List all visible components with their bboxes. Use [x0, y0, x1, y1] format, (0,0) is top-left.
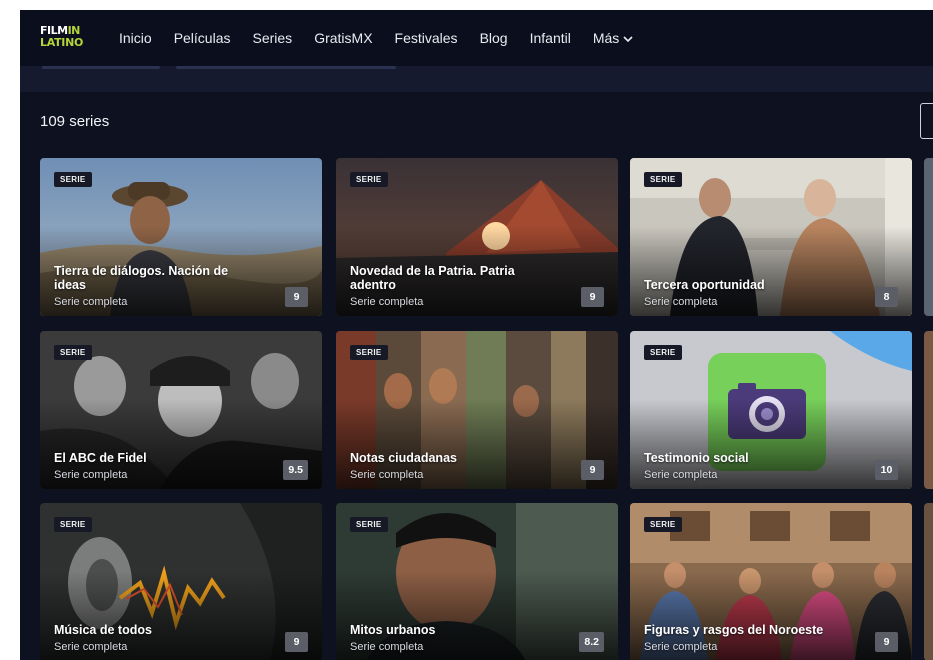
nav-item-blog[interactable]: Blog [480, 30, 508, 46]
nav-item-festivales[interactable]: Festivales [395, 30, 458, 46]
rating-badge: 8.2 [579, 632, 604, 652]
card-subtitle: Serie completa [54, 469, 128, 481]
app-screen: FILMIN LATINO Inicio Películas Series Gr… [20, 10, 933, 660]
series-card[interactable]: SERIE Testimonio social Serie completa 1… [630, 331, 912, 489]
card-title: Música de todos [54, 623, 152, 637]
nav-item-inicio[interactable]: Inicio [119, 30, 152, 46]
next-card-peek[interactable] [924, 503, 933, 660]
card-subtitle: Serie completa [350, 296, 424, 308]
nav-item-infantil[interactable]: Infantil [530, 30, 571, 46]
filter-bar [20, 66, 933, 92]
serie-badge: SERIE [644, 172, 682, 187]
card-title: Notas ciudadanas [350, 451, 457, 465]
nav-menu: Inicio Películas Series GratisMX Festiva… [119, 10, 655, 66]
top-navbar: FILMIN LATINO Inicio Películas Series Gr… [20, 10, 933, 66]
nav-item-gratismx[interactable]: GratisMX [314, 30, 372, 46]
nav-item-series[interactable]: Series [253, 30, 293, 46]
card-subtitle: Serie completa [644, 296, 718, 308]
series-card[interactable]: SERIE Mitos urbanos Serie completa 8.2 [336, 503, 618, 660]
series-card[interactable]: SERIE Figuras y rasgos del Noroeste Seri… [630, 503, 912, 660]
card-subtitle: Serie completa [350, 469, 424, 481]
series-card[interactable]: SERIE Tercera oportunidad Serie completa… [630, 158, 912, 316]
chevron-down-icon [623, 35, 633, 46]
card-title: Novedad de la Patria. Patria adentro [350, 264, 515, 292]
filminlatino-logo[interactable]: FILMIN LATINO [40, 25, 88, 53]
card-title: Tierra de diálogos. Nación de ideas [54, 264, 229, 292]
rating-badge: 9 [875, 632, 898, 652]
next-card-peek[interactable] [924, 331, 933, 489]
filter-dropdown-2[interactable] [176, 66, 396, 69]
series-card[interactable]: SERIE Música de todos Serie completa 9 [40, 503, 322, 660]
serie-badge: SERIE [54, 172, 92, 187]
card-subtitle: Serie completa [350, 641, 424, 653]
sort-dropdown[interactable] [920, 103, 933, 139]
rating-badge: 9 [581, 460, 604, 480]
rating-badge: 9 [581, 287, 604, 307]
card-title: Testimonio social [644, 451, 749, 465]
results-count: 109 series [40, 113, 110, 130]
next-card-peek[interactable] [924, 158, 933, 316]
serie-badge: SERIE [644, 517, 682, 532]
rating-badge: 9 [285, 287, 308, 307]
series-card[interactable]: SERIE Novedad de la Patria. Patria adent… [336, 158, 618, 316]
serie-badge: SERIE [350, 172, 388, 187]
filter-dropdown-1[interactable] [42, 66, 160, 69]
rating-badge: 8 [875, 287, 898, 307]
nav-item-peliculas[interactable]: Películas [174, 30, 231, 46]
series-card[interactable]: SERIE El ABC de Fidel Serie completa 9.5 [40, 331, 322, 489]
nav-item-mas-label: Más [592, 30, 620, 46]
card-title: Mitos urbanos [350, 623, 436, 637]
card-title: Figuras y rasgos del Noroeste [644, 623, 824, 637]
card-subtitle: Serie completa [644, 641, 718, 653]
nav-item-mas[interactable]: Más [593, 30, 633, 46]
series-card[interactable]: SERIE Notas ciudadanas Serie completa 9 [336, 331, 618, 489]
logo-text-latino: LATINO [40, 36, 84, 49]
card-title: El ABC de Fidel [54, 451, 147, 465]
card-subtitle: Serie completa [54, 296, 128, 308]
card-title: Tercera oportunidad [644, 278, 765, 292]
rating-badge: 9.5 [283, 460, 308, 480]
serie-badge: SERIE [54, 517, 92, 532]
rating-badge: 9 [285, 632, 308, 652]
serie-badge: SERIE [350, 345, 388, 360]
serie-badge: SERIE [350, 517, 388, 532]
serie-badge: SERIE [644, 345, 682, 360]
card-subtitle: Serie completa [644, 469, 718, 481]
series-card[interactable]: SERIE Tierra de diálogos. Nación de idea… [40, 158, 322, 316]
card-subtitle: Serie completa [54, 641, 128, 653]
serie-badge: SERIE [54, 345, 92, 360]
rating-badge: 10 [875, 460, 898, 480]
